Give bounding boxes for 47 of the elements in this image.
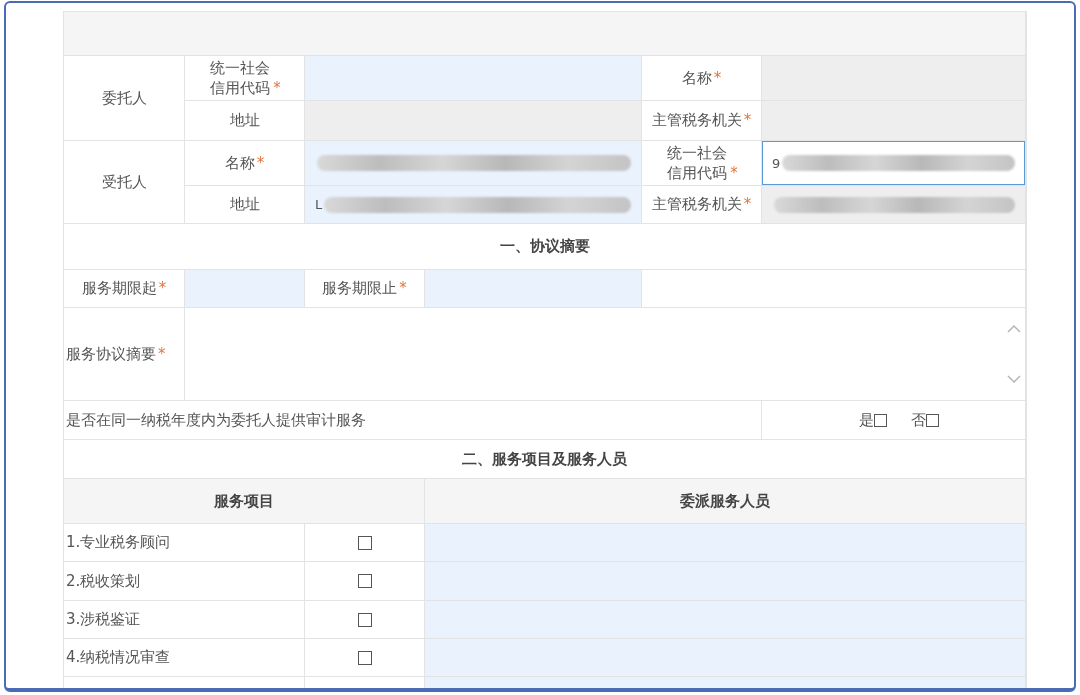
input-field[interactable]	[305, 56, 641, 100]
party-label: 委托人	[101, 88, 147, 108]
input-field[interactable]	[305, 101, 641, 140]
scroll-up-icon[interactable]	[1007, 324, 1021, 334]
question-text: 是否在同一纳税年度内为委托人提供审计服务	[66, 410, 366, 430]
field-label: 服务期限起*	[81, 279, 167, 298]
column-header: 委派服务人员	[680, 491, 770, 511]
field-label: 统一社会信用代码 *	[208, 57, 281, 99]
staff-field[interactable]	[425, 639, 1025, 676]
column-header: 服务项目	[214, 491, 274, 511]
staff-field[interactable]	[425, 562, 1025, 600]
input-field[interactable]	[762, 101, 1025, 140]
field-label: 统一社会信用代码 *	[665, 142, 738, 184]
staff-field[interactable]	[425, 601, 1025, 638]
field-label: 名称*	[681, 67, 722, 89]
field-label: 主管税务机关*	[651, 194, 752, 215]
field-label: 服务协议摘要*	[66, 344, 166, 364]
staff-field[interactable]	[425, 524, 1025, 561]
date-field[interactable]	[425, 270, 641, 307]
field-label: 主管税务机关*	[651, 110, 752, 131]
service-item-label: 4.纳税情况审查	[66, 648, 171, 667]
service-item-label: 2.税收策划	[66, 571, 141, 591]
summary-textarea[interactable]	[185, 308, 1025, 400]
option-label: 否	[911, 410, 926, 430]
field-label: 地址	[229, 110, 260, 131]
input-field[interactable]	[762, 186, 1025, 223]
field-label: 地址	[229, 194, 260, 215]
date-field[interactable]	[185, 270, 304, 307]
field-label: 名称*	[224, 152, 265, 174]
checkbox[interactable]	[357, 535, 372, 550]
section-title: 二、服务项目及服务人员	[462, 449, 627, 469]
input-field[interactable]: L	[305, 186, 641, 223]
section-title: 一、协议摘要	[499, 237, 590, 256]
checkbox[interactable]	[357, 650, 372, 665]
checkbox[interactable]	[357, 574, 372, 588]
party-label: 受托人	[101, 172, 147, 192]
option-label: 是	[859, 410, 874, 430]
scroll-down-icon[interactable]	[1007, 374, 1021, 384]
service-item-label: 3.涉税鉴证	[66, 610, 141, 629]
input-field[interactable]: 9	[762, 141, 1025, 185]
checkbox[interactable]	[926, 413, 939, 427]
input-field[interactable]	[305, 141, 641, 185]
field-label: 服务期限止*	[322, 279, 407, 298]
checkbox[interactable]	[874, 413, 887, 427]
service-item-label: 1.专业税务顾问	[66, 533, 171, 552]
checkbox[interactable]	[357, 612, 372, 627]
input-field[interactable]	[762, 56, 1025, 100]
